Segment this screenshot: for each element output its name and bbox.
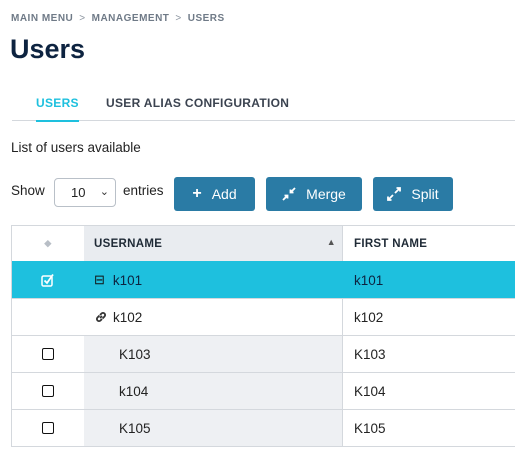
cell-username: k102 (84, 299, 342, 335)
breadcrumb-separator: > (79, 13, 86, 24)
users-table: ◆ USERNAME ▲ FIRST NAME ⊟ k101 k101 k102… (11, 225, 515, 447)
table-row[interactable]: k104 K104 (12, 372, 515, 409)
tab-users[interactable]: USERS (36, 96, 79, 122)
chevron-down-icon: ⌄ (99, 186, 109, 198)
row-checkbox-cell (12, 410, 84, 446)
checked-checkbox-icon (41, 273, 54, 287)
table-row[interactable]: K105 K105 (12, 409, 515, 446)
row-checkbox[interactable] (42, 422, 54, 434)
breadcrumb-users: USERS (187, 13, 225, 24)
list-description: List of users available (11, 140, 141, 155)
cell-username: K103 (84, 336, 342, 372)
tab-user-alias-configuration[interactable]: USER ALIAS CONFIGURATION (106, 96, 289, 110)
entries-label: entries (123, 183, 164, 198)
expand-arrows-icon (387, 187, 402, 201)
table-row[interactable]: ⊟ k101 k101 (12, 261, 515, 298)
table-header-row: ◆ USERNAME ▲ FIRST NAME (12, 226, 515, 261)
entries-per-page-select[interactable]: 10 ⌄ (54, 178, 116, 207)
sort-asc-icon: ▲ (326, 237, 336, 247)
add-button[interactable]: + Add (174, 177, 255, 211)
row-checkbox-checked[interactable] (12, 262, 84, 298)
row-checkbox-cell (12, 299, 84, 335)
column-header-username[interactable]: USERNAME ▲ (84, 226, 342, 261)
cell-first-name: K104 (342, 373, 515, 409)
row-checkbox-cell (12, 373, 84, 409)
breadcrumb-separator: > (175, 13, 182, 24)
sort-icon: ◆ (44, 238, 52, 248)
column-header-first-name[interactable]: FIRST NAME (342, 226, 515, 261)
tab-bar: USERS USER ALIAS CONFIGURATION (12, 88, 515, 122)
cell-first-name: k101 (342, 262, 515, 298)
split-button[interactable]: Split (373, 177, 453, 211)
compress-arrows-icon (282, 187, 296, 201)
cell-first-name: K105 (342, 410, 515, 446)
split-button-label: Split (411, 186, 439, 202)
plus-icon: + (192, 185, 202, 202)
select-column-header[interactable]: ◆ (12, 226, 84, 261)
breadcrumb: MAIN MENU > MANAGEMENT > USERS (11, 13, 225, 24)
entries-select-value: 10 (71, 185, 86, 200)
collapse-icon[interactable]: ⊟ (94, 272, 105, 288)
cell-username: k104 (84, 373, 342, 409)
cell-first-name: K103 (342, 336, 515, 372)
cell-first-name: k102 (342, 299, 515, 335)
row-checkbox[interactable] (42, 385, 54, 397)
page-title: Users (10, 34, 86, 64)
row-checkbox-cell (12, 336, 84, 372)
breadcrumb-main-menu[interactable]: MAIN MENU (11, 13, 73, 24)
merge-button-label: Merge (306, 186, 346, 202)
row-checkbox[interactable] (42, 348, 54, 360)
breadcrumb-management[interactable]: MANAGEMENT (92, 13, 170, 24)
cell-username: ⊟ k101 (94, 272, 143, 288)
add-button-label: Add (211, 186, 237, 202)
link-icon (96, 312, 106, 322)
table-row[interactable]: K103 K103 (12, 335, 515, 372)
show-label: Show (11, 183, 45, 198)
cell-username: K105 (84, 410, 342, 446)
merge-button[interactable]: Merge (266, 177, 362, 211)
table-row[interactable]: k102 k102 (12, 298, 515, 335)
